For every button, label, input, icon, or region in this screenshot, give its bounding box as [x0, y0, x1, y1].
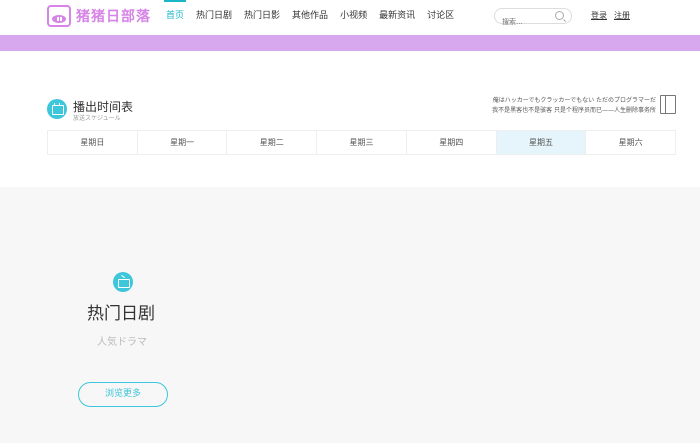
- header: 猪猪日部落 首页 热门日剧 热门日影 其他作品 小视频 最新资讯 讨论区 登录 …: [0, 0, 700, 34]
- nav-item-other-works[interactable]: 其他作品: [286, 0, 334, 32]
- nav-item-hot-dramas[interactable]: 热门日剧: [190, 0, 238, 32]
- site-logo[interactable]: 猪猪日部落: [47, 3, 177, 29]
- section-title: 热门日剧: [87, 304, 155, 324]
- tab-friday[interactable]: 星期五: [495, 131, 586, 154]
- tab-monday[interactable]: 星期一: [136, 131, 227, 154]
- search-box: [494, 8, 572, 29]
- nav-item-hot-movies[interactable]: 热门日影: [238, 0, 286, 32]
- weekday-tabs: 星期日 星期一 星期二 星期三 星期四 星期五 星期六: [47, 130, 677, 155]
- search-input[interactable]: [502, 15, 554, 29]
- nav-item-short-videos[interactable]: 小视频: [334, 0, 373, 32]
- tab-thursday[interactable]: 星期四: [405, 131, 496, 154]
- logo-text: 猪猪日部落: [76, 9, 151, 25]
- nav-item-news[interactable]: 最新资讯: [373, 0, 421, 32]
- tab-sunday[interactable]: 星期日: [47, 131, 137, 154]
- banner-bar: [0, 35, 700, 51]
- tab-wednesday[interactable]: 星期三: [316, 131, 406, 154]
- quote: 俺はハッカーでもクラッカーでもない ただのプログラマーだ 我不是黑客也不是骇客 …: [492, 96, 656, 116]
- calendar-icon: [47, 99, 67, 119]
- tv-icon: [113, 272, 133, 292]
- login-link[interactable]: 登录: [591, 10, 607, 21]
- nav-item-forum[interactable]: 讨论区: [421, 0, 460, 32]
- quote-line-japanese: 俺はハッカーでもクラッカーでもない ただのプログラマーだ: [492, 97, 656, 104]
- auth-links: 登录 注册: [591, 10, 637, 21]
- schedule-subtitle: 放送スケジュール: [73, 115, 121, 122]
- book-icon: [660, 95, 676, 114]
- pig-logo-icon: [47, 5, 71, 27]
- tab-saturday[interactable]: 星期六: [585, 131, 677, 154]
- quote-line-chinese: 我不是黑客也不是骇客 只是个程序员而已——人生删除事务所: [492, 107, 656, 114]
- nav-item-home[interactable]: 首页: [160, 0, 190, 32]
- search-icon[interactable]: [555, 11, 564, 20]
- main-nav: 首页 热门日剧 热门日影 其他作品 小视频 最新资讯 讨论区: [160, 0, 460, 32]
- section-subtitle: 人気ドラマ: [97, 337, 147, 348]
- browse-more-button[interactable]: 浏览更多: [78, 382, 168, 407]
- tab-tuesday[interactable]: 星期二: [226, 131, 316, 154]
- register-link[interactable]: 注册: [614, 10, 630, 21]
